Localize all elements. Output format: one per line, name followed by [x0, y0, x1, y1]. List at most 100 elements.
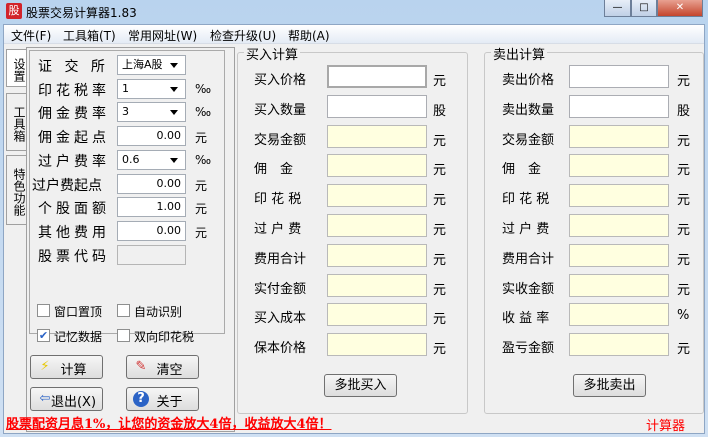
tab-features[interactable]: 特色功能 — [6, 155, 28, 225]
sell-unit: 元 — [677, 133, 691, 149]
buy-label: 费用合计 — [254, 251, 307, 267]
setting-label: 过户费率 — [38, 153, 110, 170]
setting-label: 佣金起点 — [38, 130, 110, 147]
sell-field — [569, 184, 669, 208]
buy-unit: 元 — [433, 74, 447, 89]
buy-field — [327, 154, 427, 178]
buy-label: 保本价格 — [254, 341, 307, 357]
tab-toolbox[interactable]: 工具箱 — [6, 93, 28, 151]
setting-unit: 元 — [195, 178, 208, 193]
sell-unit: % — [677, 308, 690, 324]
setting-select[interactable]: 3 — [117, 102, 186, 123]
setting-input — [117, 244, 186, 265]
buy-field — [327, 184, 427, 208]
app-icon: 股 — [6, 3, 22, 19]
buy-field — [327, 214, 427, 237]
buy-unit: 股 — [433, 103, 447, 119]
sell-label: 过 户 费 — [502, 222, 550, 237]
setting-input[interactable]: 0.00 — [117, 126, 186, 147]
setting-label: 佣金费率 — [38, 106, 110, 123]
sell-field — [569, 303, 669, 327]
menu-upgrade[interactable]: 检查升级(U) — [210, 27, 276, 44]
checkbox-topmost[interactable] — [37, 304, 50, 317]
multi-buy-button[interactable]: 多批买入 — [324, 374, 397, 397]
buy-field — [327, 333, 427, 357]
exit-button[interactable]: ⇦ 退出(X) — [30, 387, 103, 411]
buy-label: 买入价格 — [254, 73, 307, 88]
promo-link[interactable]: 股票配资月息1%，让您的资金放大4倍，收益放大4倍！ — [6, 413, 332, 432]
menu-help[interactable]: 帮助(A) — [288, 27, 330, 44]
setting-unit: 元 — [195, 225, 208, 240]
sell-field — [569, 124, 669, 148]
setting-unit: ‰ — [195, 81, 212, 96]
setting-label: 印花税率 — [38, 82, 110, 99]
setting-unit: ‰ — [195, 105, 212, 120]
buy-field[interactable] — [327, 94, 427, 118]
window-title: 股票交易计算器1.83 — [26, 6, 137, 20]
menu-file[interactable]: 文件(F) — [11, 27, 51, 44]
sell-label: 卖出价格 — [502, 73, 555, 88]
buy-label: 买入成本 — [254, 311, 307, 327]
sell-label: 佣 金 — [502, 162, 542, 178]
title-bar[interactable]: 股 股票交易计算器1.83 — □ ✕ — [0, 0, 708, 25]
sell-field — [569, 154, 669, 178]
setting-label: 股票代码 — [38, 248, 110, 265]
checkbox-remember-data[interactable]: ✔ — [37, 329, 50, 342]
setting-select[interactable]: 1 — [117, 78, 186, 99]
calculate-button[interactable]: ⚡ 计算 — [30, 355, 103, 379]
sell-field — [569, 333, 669, 357]
sell-field[interactable] — [569, 65, 669, 88]
clear-button[interactable]: ✎ 清空 — [126, 355, 199, 379]
buy-field — [327, 303, 427, 327]
sell-field — [569, 214, 669, 237]
sell-label: 盈亏金额 — [502, 341, 555, 357]
setting-input[interactable]: 1.00 — [117, 197, 186, 218]
close-button[interactable]: ✕ — [657, 0, 703, 17]
menu-links[interactable]: 常用网址(W) — [128, 27, 197, 44]
buy-unit: 元 — [433, 312, 447, 328]
menu-toolbox[interactable]: 工具箱(T) — [63, 27, 116, 44]
buy-field — [327, 273, 427, 297]
setting-select[interactable]: 0.6 — [117, 149, 186, 170]
buy-group: 买入计算 买入价格元买入数量股交易金额元佣 金元印 花 税元过 户 费元费用合计… — [237, 44, 468, 414]
buy-unit: 元 — [433, 163, 447, 179]
sell-group-title: 卖出计算 — [491, 44, 548, 63]
sell-unit: 元 — [677, 193, 691, 209]
about-button[interactable]: ? 关于 — [126, 387, 199, 411]
tab-settings[interactable]: 设置 — [6, 49, 28, 87]
menu-bar: 文件(F) 工具箱(T) 常用网址(W) 检查升级(U) 帮助(A) — [4, 25, 704, 44]
setting-label: 其他费用 — [38, 224, 110, 241]
main-window: 文件(F) 工具箱(T) 常用网址(W) 检查升级(U) 帮助(A) 设置 工具… — [3, 24, 705, 434]
setting-input[interactable]: 0.00 — [117, 173, 186, 194]
buy-field — [327, 124, 427, 148]
checkbox-auto-detect[interactable] — [117, 304, 130, 317]
buy-unit: 元 — [433, 342, 447, 358]
buy-group-title: 买入计算 — [244, 44, 301, 63]
setting-label: 过户费起点 — [32, 177, 102, 194]
setting-input[interactable]: 0.00 — [117, 220, 186, 241]
sell-label: 印 花 税 — [502, 192, 550, 208]
settings-panel: 证 交 所上海A股 印花税率 1 ‰ 佣金费率 3 ‰ 佣金起点 0.00 元过户费率 0.6 ‰ 过户… — [26, 47, 235, 432]
buy-field[interactable] — [327, 65, 427, 88]
sell-group: 卖出计算 卖出价格元卖出数量股交易金额元佣 金元印 花 税元过 户 费元费用合计… — [484, 44, 704, 414]
checkbox-bidirectional-stamp-tax[interactable] — [117, 329, 130, 342]
sell-unit: 元 — [677, 282, 691, 298]
sell-label: 交易金额 — [502, 132, 555, 148]
sell-unit: 元 — [677, 74, 691, 89]
sell-unit: 元 — [677, 252, 691, 268]
sell-field[interactable] — [569, 94, 669, 118]
checkbox-label: 窗口置顶 — [54, 305, 103, 319]
buy-label: 佣 金 — [254, 162, 294, 178]
sell-field — [569, 273, 669, 297]
multi-sell-button[interactable]: 多批卖出 — [573, 374, 646, 397]
buy-label: 交易金额 — [254, 132, 307, 148]
buy-unit: 元 — [433, 282, 447, 298]
maximize-button[interactable]: □ — [631, 0, 657, 17]
setting-select[interactable]: 上海A股 — [117, 55, 186, 75]
checkbox-label: 双向印花税 — [134, 330, 195, 344]
sell-unit: 元 — [677, 223, 691, 238]
checkbox-label: 记忆数据 — [54, 330, 103, 344]
minimize-button[interactable]: — — [604, 0, 631, 17]
buy-unit: 元 — [433, 193, 447, 209]
sell-unit: 元 — [677, 163, 691, 179]
